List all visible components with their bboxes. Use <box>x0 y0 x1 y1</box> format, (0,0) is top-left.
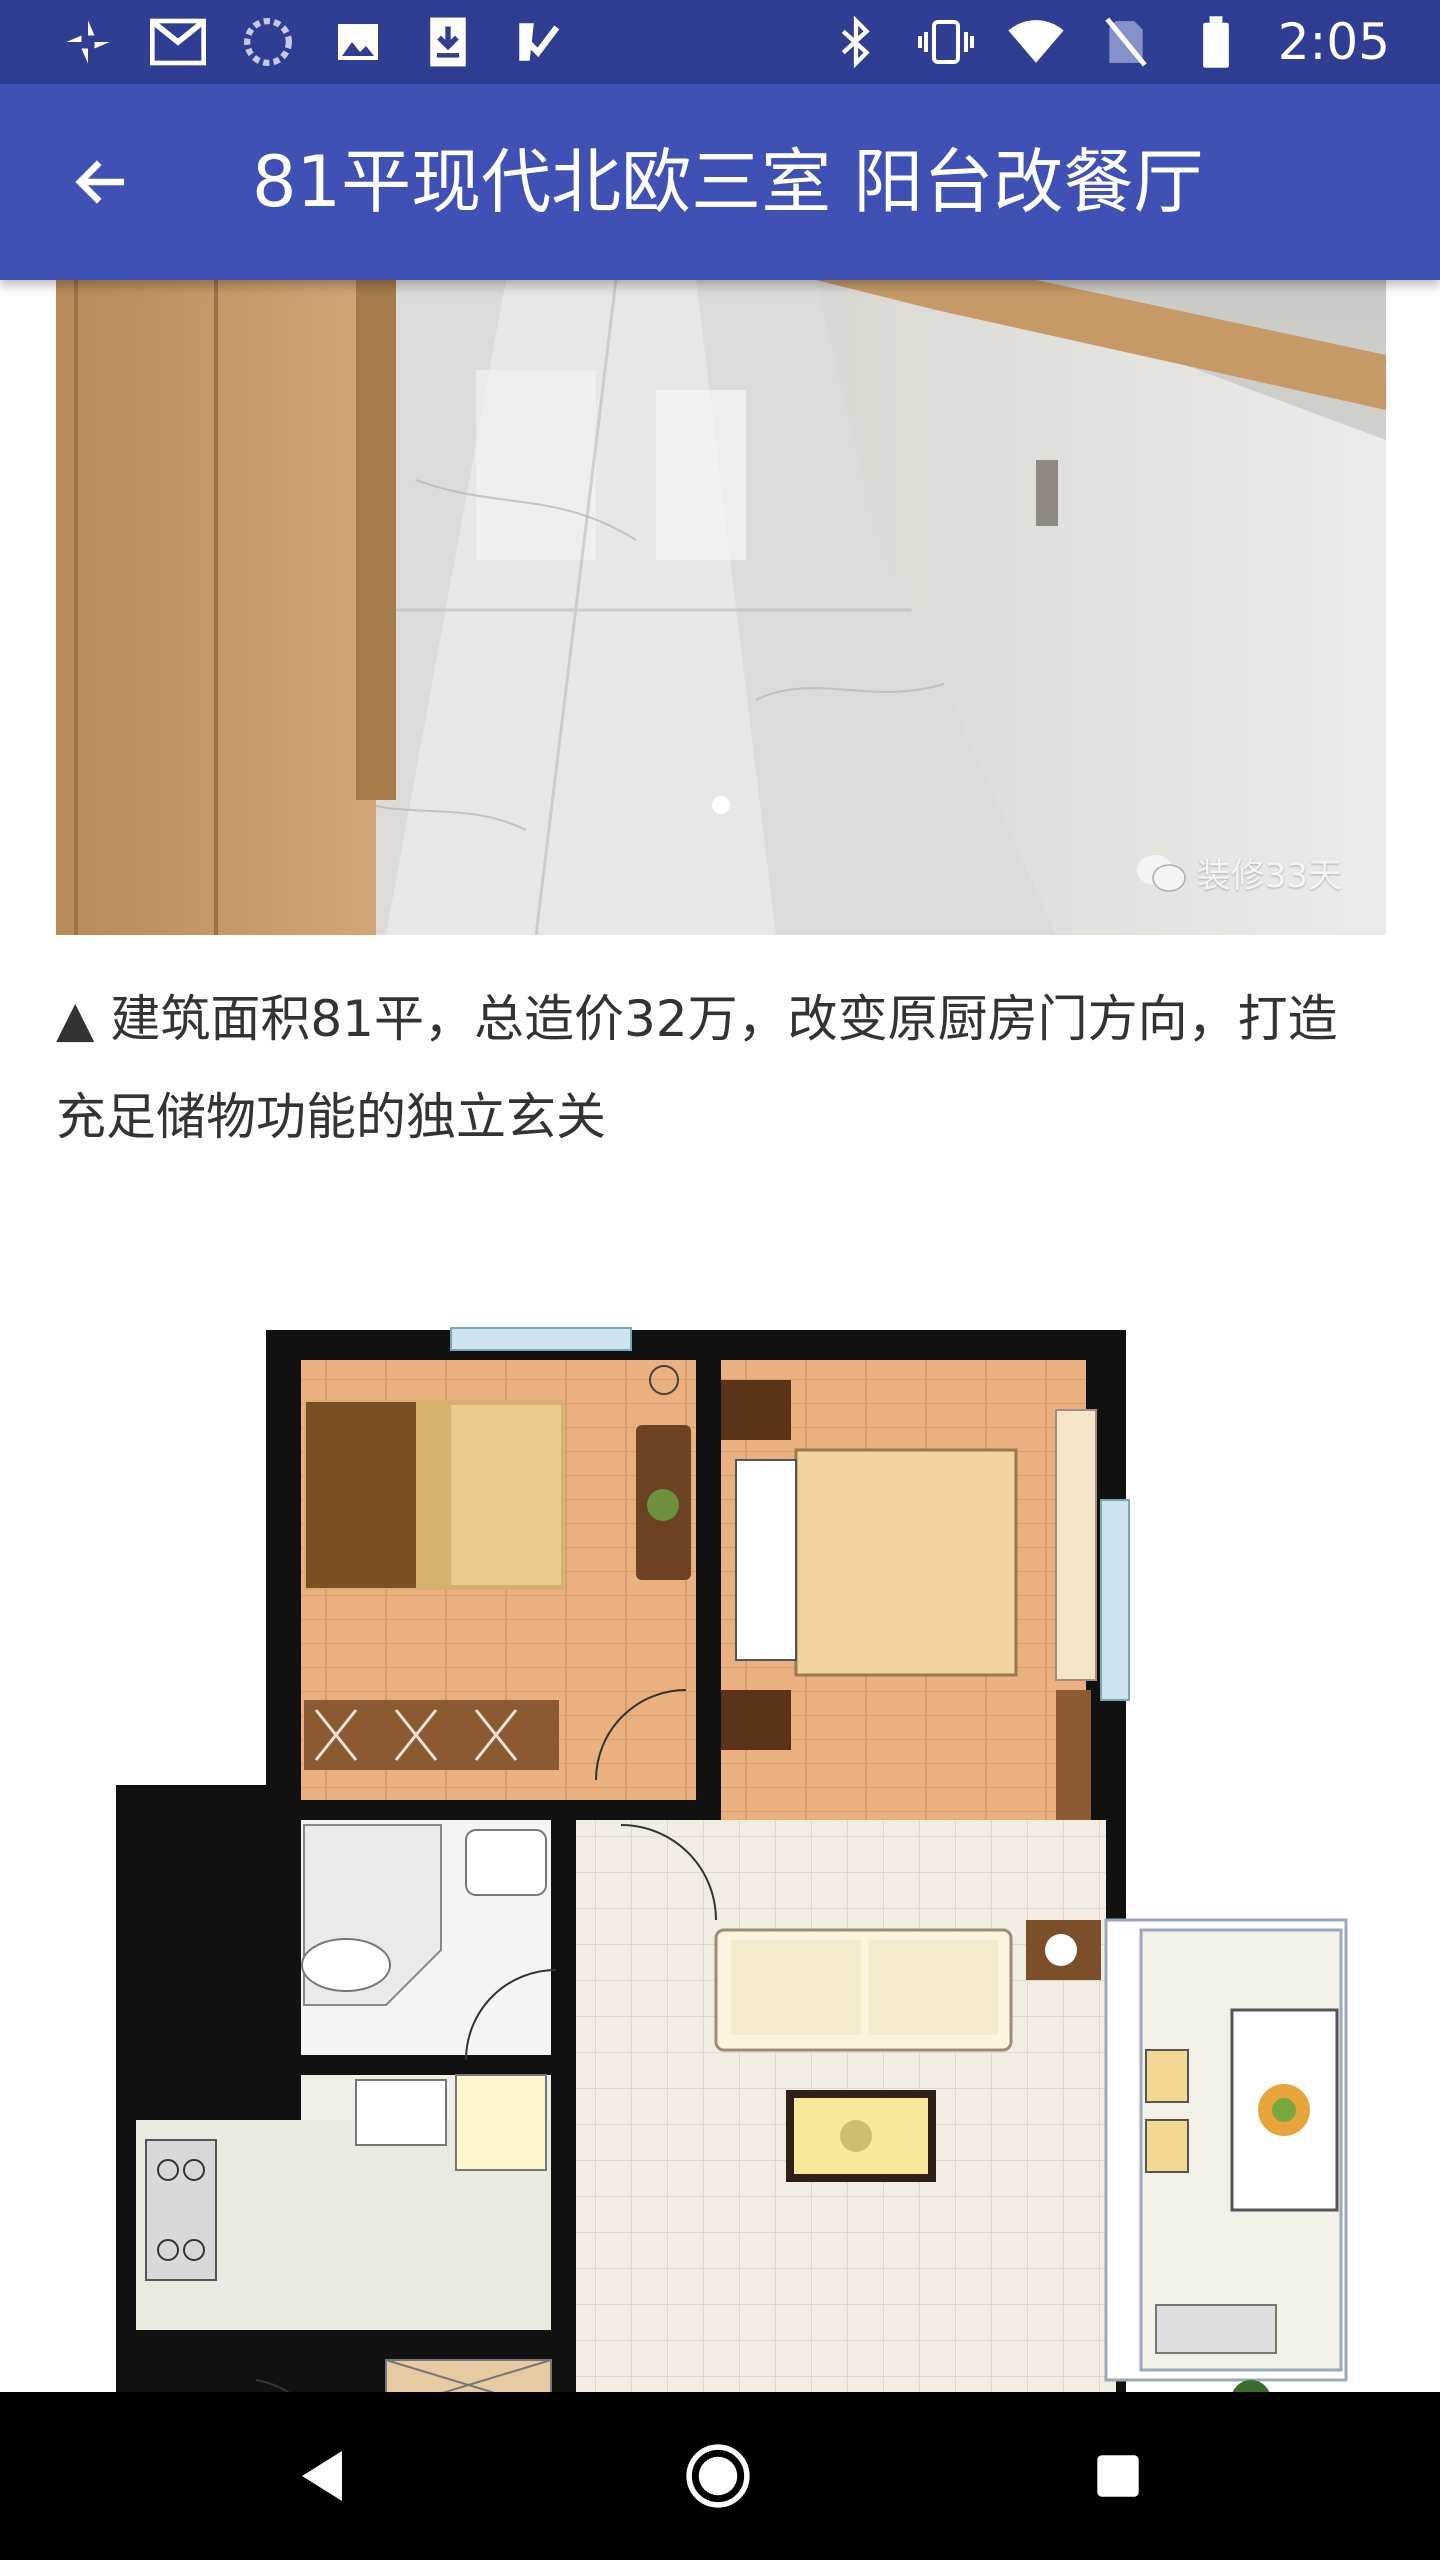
gmail-icon <box>150 14 206 70</box>
bluetooth-icon <box>828 14 884 70</box>
vibrate-icon <box>917 14 974 70</box>
recents-square-icon <box>1097 2455 1139 2497</box>
nav-home-button[interactable] <box>668 2426 768 2526</box>
photo-caption: ▲ 建筑面积81平，总造价32万，改变原厨房门方向，打造充足储物功能的独立玄关 <box>56 990 1338 1146</box>
floor-plan-image <box>56 1260 1386 2392</box>
article-content[interactable]: 装修33天 ▲ 建筑面积81平，总造价32万，改变原厨房门方向，打造充足储物功能… <box>0 280 1440 2392</box>
hallway-photo: 装修33天 <box>56 280 1386 935</box>
download-icon <box>420 14 476 70</box>
clock: 2:05 <box>1277 13 1390 71</box>
app-bar: 81平现代北欧三室 阳台改餐厅 <box>0 84 1440 280</box>
back-button[interactable] <box>54 134 150 230</box>
photo-watermark: 装修33天 <box>1135 848 1342 897</box>
back-triangle-icon <box>302 2451 342 2501</box>
wifi-icon <box>1008 14 1064 70</box>
no-sim-icon <box>1098 14 1154 70</box>
wechat-icon <box>1136 854 1186 892</box>
notification-icons <box>60 14 566 70</box>
loading-icon <box>240 14 296 70</box>
arrow-back-icon <box>75 160 124 204</box>
status-bar: 2:05 <box>0 0 1440 84</box>
system-icons: 2:05 <box>828 14 1390 70</box>
page-title: 81平现代北欧三室 阳台改餐厅 <box>252 141 1204 223</box>
battery-icon <box>1188 14 1244 70</box>
nav-back-button[interactable] <box>272 2426 372 2526</box>
floor-plan-illustration <box>116 1327 1348 2392</box>
image-icon <box>330 14 386 70</box>
nav-recents-button[interactable] <box>1068 2426 1168 2526</box>
pinwheel-icon <box>60 14 116 70</box>
watermark-text: 装修33天 <box>1196 856 1342 896</box>
hallway-illustration <box>56 280 1386 935</box>
home-circle-icon <box>686 2444 750 2508</box>
navigation-bar <box>0 2392 1440 2560</box>
task-icon <box>510 14 566 70</box>
